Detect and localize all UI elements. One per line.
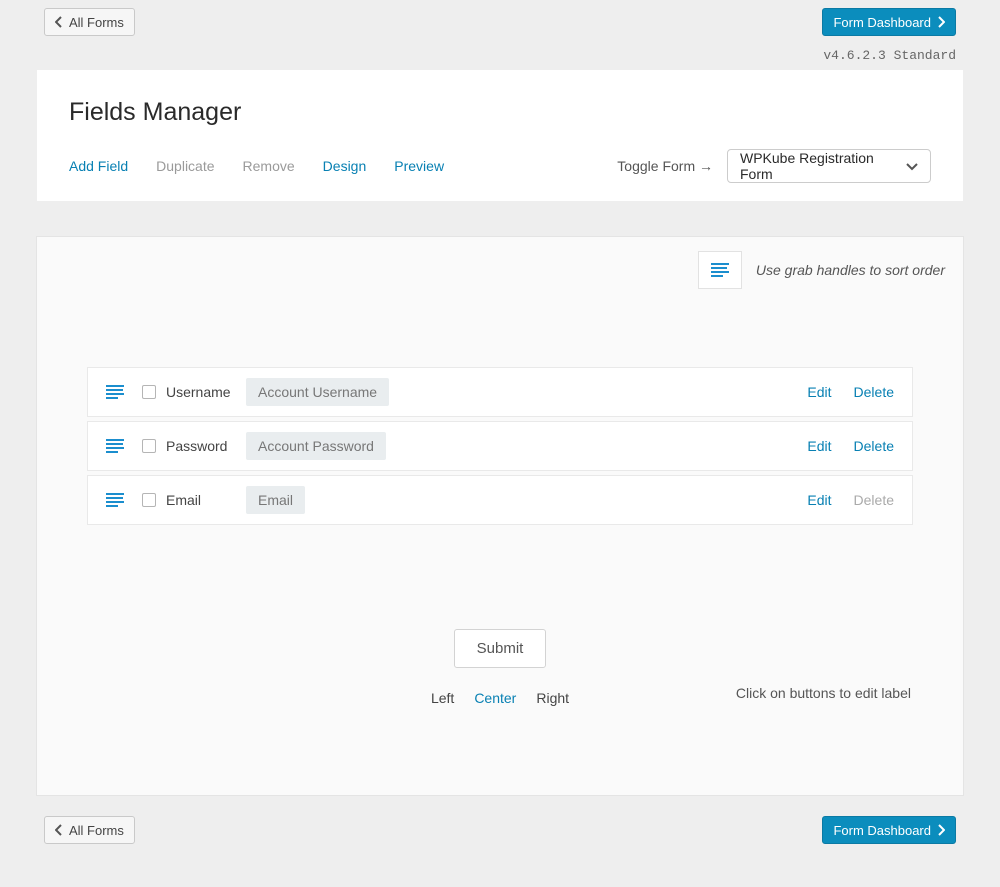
edit-label-hint: Click on buttons to edit label xyxy=(736,685,911,701)
form-dashboard-button-bottom[interactable]: Form Dashboard xyxy=(822,816,956,844)
top-bar: All Forms Form Dashboard xyxy=(36,8,964,36)
chevron-right-icon xyxy=(937,16,945,28)
add-field-link[interactable]: Add Field xyxy=(69,158,128,174)
field-checkbox[interactable] xyxy=(142,385,156,399)
preview-link[interactable]: Preview xyxy=(394,158,444,174)
align-center[interactable]: Center xyxy=(474,690,516,706)
back-label: All Forms xyxy=(69,15,124,30)
field-edit-link[interactable]: Edit xyxy=(807,438,831,454)
field-row: Email Email Edit Delete xyxy=(87,475,913,525)
toggle-form-label: Toggle Form → xyxy=(617,158,713,174)
grab-handle-icon[interactable] xyxy=(98,493,132,507)
grab-handle-icon[interactable] xyxy=(98,385,132,399)
page-title: Fields Manager xyxy=(69,98,931,127)
chevron-left-icon xyxy=(55,824,63,836)
design-link[interactable]: Design xyxy=(323,158,367,174)
field-delete-link[interactable]: Delete xyxy=(854,438,894,454)
field-name: Username xyxy=(166,384,234,400)
back-label: All Forms xyxy=(69,823,124,838)
back-all-forms-button[interactable]: All Forms xyxy=(44,8,135,36)
grab-handle-icon xyxy=(698,251,742,289)
align-right[interactable]: Right xyxy=(536,690,569,706)
field-checkbox[interactable] xyxy=(142,493,156,507)
fields-list: UsernameAccount UsernameEditDeletePasswo… xyxy=(51,357,949,525)
version-text: v4.6.2.3 Standard xyxy=(36,36,964,69)
field-name: Email xyxy=(166,492,234,508)
form-select[interactable]: WPKube Registration Form xyxy=(727,149,931,183)
alignment-row: Left Center Right xyxy=(431,690,569,706)
form-select-value: WPKube Registration Form xyxy=(740,150,906,182)
field-delete-link: Delete xyxy=(854,492,894,508)
sort-hint-text: Use grab handles to sort order xyxy=(756,262,945,278)
field-edit-link[interactable]: Edit xyxy=(807,492,831,508)
header-panel: Fields Manager Add Field Duplicate Remov… xyxy=(36,69,964,202)
form-dashboard-button[interactable]: Form Dashboard xyxy=(822,8,956,36)
dashboard-label: Form Dashboard xyxy=(833,15,931,30)
chevron-left-icon xyxy=(55,16,63,28)
duplicate-link[interactable]: Duplicate xyxy=(156,158,214,174)
field-delete-link[interactable]: Delete xyxy=(854,384,894,400)
align-left[interactable]: Left xyxy=(431,690,454,706)
field-row: Password Account Password Edit Delete xyxy=(87,421,913,471)
sort-hint-row: Use grab handles to sort order xyxy=(51,251,949,297)
bottom-bar: All Forms Form Dashboard xyxy=(36,816,964,844)
chevron-down-icon xyxy=(906,158,918,174)
grab-handle-icon[interactable] xyxy=(98,439,132,453)
toolbar: Add Field Duplicate Remove Design Previe… xyxy=(69,149,931,183)
field-row: Username Account Username Edit Delete xyxy=(87,367,913,417)
field-checkbox[interactable] xyxy=(142,439,156,453)
toolbar-actions: Add Field Duplicate Remove Design Previe… xyxy=(69,158,617,174)
field-placeholder[interactable]: Email xyxy=(246,486,305,514)
remove-link[interactable]: Remove xyxy=(243,158,295,174)
field-placeholder[interactable]: Account Username xyxy=(246,378,389,406)
chevron-right-icon xyxy=(937,824,945,836)
field-name: Password xyxy=(166,438,234,454)
field-placeholder[interactable]: Account Password xyxy=(246,432,386,460)
dashboard-label: Form Dashboard xyxy=(833,823,931,838)
field-edit-link[interactable]: Edit xyxy=(807,384,831,400)
submit-button[interactable]: Submit xyxy=(454,629,547,668)
workspace-panel: Use grab handles to sort order Username A… xyxy=(36,236,964,796)
back-all-forms-button-bottom[interactable]: All Forms xyxy=(44,816,135,844)
